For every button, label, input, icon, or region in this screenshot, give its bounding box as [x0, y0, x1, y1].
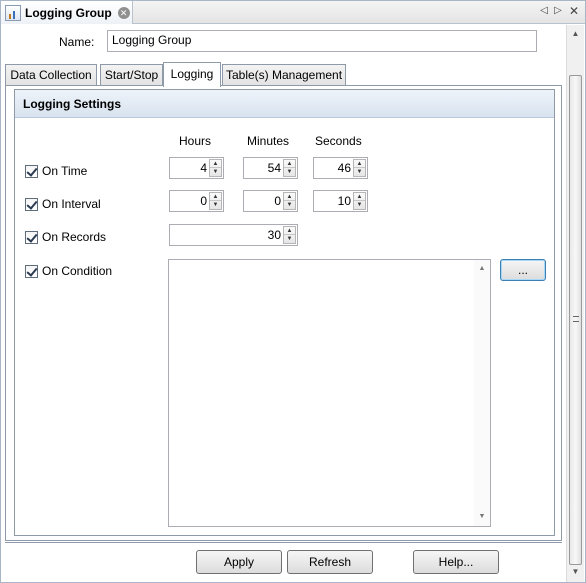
on-interval-checkbox[interactable] — [25, 197, 38, 211]
spinner-buttons[interactable]: ▲ ▼ — [209, 192, 222, 210]
spinner-buttons[interactable]: ▲ ▼ — [209, 159, 222, 177]
spinner-value: 30 — [267, 228, 281, 242]
spin-down-icon[interactable]: ▼ — [354, 201, 365, 209]
tab-tables-management[interactable]: Table(s) Management — [222, 64, 346, 86]
seconds-header: Seconds — [315, 134, 362, 148]
spinner-value: 0 — [274, 194, 281, 208]
scroll-down-icon[interactable]: ▼ — [567, 563, 584, 580]
tab-data-collection[interactable]: Data Collection — [5, 64, 97, 86]
close-icon[interactable]: ✕ — [117, 6, 130, 19]
scroll-up-icon[interactable]: ▲ — [474, 262, 490, 276]
on-interval-minutes-spinner[interactable]: 0 ▲ ▼ — [243, 190, 298, 212]
spinner-buttons[interactable]: ▲ ▼ — [353, 159, 366, 177]
hours-header: Hours — [179, 134, 212, 148]
on-records-checkbox[interactable] — [25, 230, 38, 244]
spinner-value: 4 — [200, 161, 207, 175]
help-button[interactable]: Help... — [413, 550, 499, 574]
refresh-button[interactable]: Refresh — [287, 550, 373, 574]
tab-logging[interactable]: Logging — [163, 62, 221, 87]
on-records-spinner[interactable]: 30 ▲ ▼ — [169, 224, 298, 246]
spin-down-icon[interactable]: ▼ — [210, 168, 221, 176]
spin-up-icon[interactable]: ▲ — [284, 227, 295, 235]
spinner-buttons[interactable]: ▲ ▼ — [283, 192, 296, 210]
condition-scrollbar[interactable]: ▲ ▼ — [474, 260, 490, 526]
on-time-minutes-spinner[interactable]: 54 ▲ ▼ — [243, 157, 298, 179]
editor-tab[interactable]: Logging Group ✕ — [1, 1, 133, 24]
on-time-checkbox[interactable] — [25, 164, 38, 178]
spin-up-icon[interactable]: ▲ — [354, 160, 365, 168]
spin-up-icon[interactable]: ▲ — [210, 160, 221, 168]
on-interval-label: On Interval — [42, 197, 101, 211]
tab-start-stop[interactable]: Start/Stop — [100, 64, 163, 86]
spinner-buttons[interactable]: ▲ ▼ — [283, 159, 296, 177]
on-interval-row: On Interval — [25, 197, 101, 211]
scroll-down-icon[interactable]: ▼ — [474, 510, 490, 524]
footer-divider — [5, 542, 562, 543]
spinner-value: 54 — [267, 161, 281, 175]
spin-up-icon[interactable]: ▲ — [354, 193, 365, 201]
spinner-value: 0 — [200, 194, 207, 208]
spin-up-icon[interactable]: ▲ — [284, 160, 295, 168]
close-view-icon[interactable]: ✕ — [568, 4, 580, 18]
logging-group-icon — [5, 4, 21, 21]
on-interval-seconds-spinner[interactable]: 10 ▲ ▼ — [313, 190, 368, 212]
on-time-row: On Time — [25, 164, 87, 178]
vertical-scrollbar[interactable]: ▲ ▼ — [566, 25, 584, 582]
spinner-value: 46 — [337, 161, 351, 175]
on-records-row: On Records — [25, 230, 106, 244]
scrollbar-thumb[interactable] — [569, 75, 582, 565]
section-title: Logging Settings — [15, 90, 554, 118]
on-records-label: On Records — [42, 230, 107, 244]
on-condition-label: On Condition — [42, 264, 113, 278]
logging-group-editor: Logging Group ✕ ◁ ▷ ✕ ▲ ▼ Name: Logging … — [0, 0, 586, 583]
spin-down-icon[interactable]: ▼ — [284, 235, 295, 243]
scroll-left-icon[interactable]: ◁ — [538, 5, 550, 16]
spinner-buttons[interactable]: ▲ ▼ — [283, 226, 296, 244]
spin-up-icon[interactable]: ▲ — [210, 193, 221, 201]
scroll-right-icon[interactable]: ▷ — [552, 5, 564, 16]
name-label: Name: — [59, 35, 95, 49]
spin-down-icon[interactable]: ▼ — [354, 168, 365, 176]
on-time-seconds-spinner[interactable]: 46 ▲ ▼ — [313, 157, 368, 179]
minutes-header: Minutes — [247, 134, 290, 148]
editor-tab-title: Logging Group — [25, 5, 112, 20]
on-condition-checkbox[interactable] — [25, 264, 38, 278]
condition-textarea[interactable]: ▲ ▼ — [168, 259, 491, 527]
on-condition-row: On Condition — [25, 264, 112, 278]
editor-tab-strip: Logging Group ✕ ◁ ▷ ✕ — [1, 1, 585, 24]
on-time-hours-spinner[interactable]: 4 ▲ ▼ — [169, 157, 224, 179]
spin-down-icon[interactable]: ▼ — [284, 201, 295, 209]
grip-icon — [573, 316, 579, 322]
on-time-label: On Time — [42, 164, 88, 178]
spinner-buttons[interactable]: ▲ ▼ — [353, 192, 366, 210]
spin-down-icon[interactable]: ▼ — [284, 168, 295, 176]
spinner-value: 10 — [337, 194, 351, 208]
spin-up-icon[interactable]: ▲ — [284, 193, 295, 201]
scroll-up-icon[interactable]: ▲ — [567, 25, 584, 42]
on-interval-hours-spinner[interactable]: 0 ▲ ▼ — [169, 190, 224, 212]
condition-browse-button[interactable]: ... — [500, 259, 546, 281]
spin-down-icon[interactable]: ▼ — [210, 201, 221, 209]
apply-button[interactable]: Apply — [196, 550, 282, 574]
name-input[interactable]: Logging Group — [107, 30, 537, 52]
